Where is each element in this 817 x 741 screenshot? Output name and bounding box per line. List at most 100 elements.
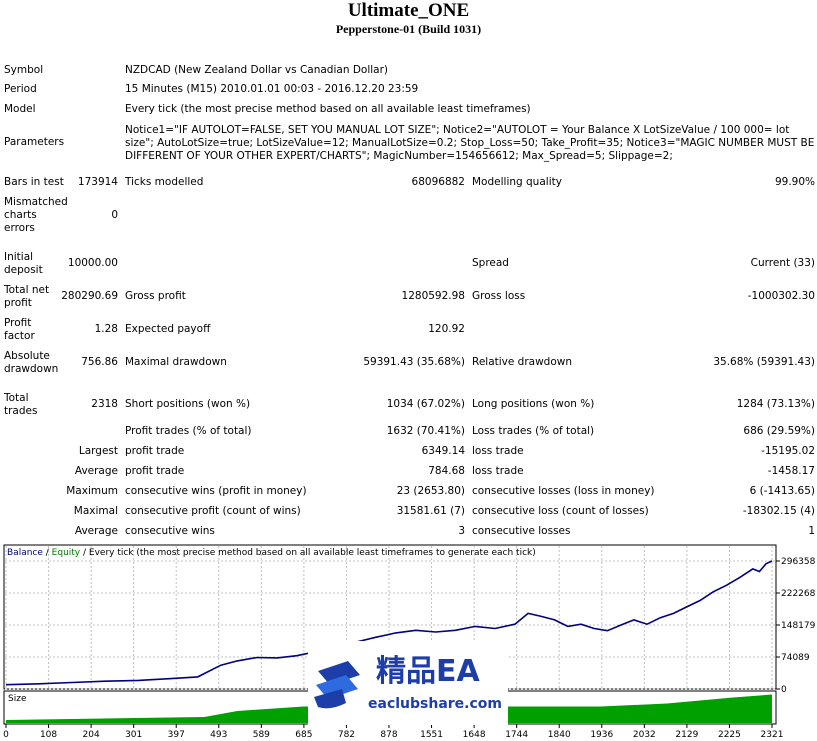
x-tick-label: 0	[3, 730, 9, 740]
x-tick-label: 1744	[505, 730, 528, 740]
average-cons-label: Average	[74, 525, 118, 537]
profit-trades-value: 1632 (70.41%)	[386, 425, 465, 437]
max-drawdown-label: Maximal drawdown	[125, 356, 227, 368]
x-tick-label: 589	[253, 730, 270, 740]
avg-cons-wins-label: consecutive wins	[125, 525, 215, 537]
gross-loss-value: -1000302.30	[747, 290, 815, 302]
watermark-url: eaclubshare.com	[368, 696, 502, 712]
legend-description: / Every tick (the most precise method ba…	[80, 548, 536, 558]
quality-label: Modelling quality	[472, 176, 562, 188]
mismatch-label-2: charts	[4, 209, 37, 221]
abs-drawdown-label-1: Absolute	[4, 350, 50, 362]
model-label: Model	[4, 103, 36, 115]
x-tick-label: 1840	[548, 730, 571, 740]
spread-value: Current (33)	[750, 257, 815, 269]
net-profit-value: 280290.69	[61, 290, 118, 302]
x-tick-label: 1551	[420, 730, 443, 740]
average-loss-value: -1458.17	[767, 465, 815, 477]
x-tick-label: 685	[295, 730, 312, 740]
report-title: Ultimate_ONE	[347, 0, 470, 21]
short-positions-value: 1034 (67.02%)	[386, 398, 465, 410]
watermark-brand: 精品EA	[376, 654, 480, 689]
ticks-value: 68096882	[411, 176, 465, 188]
total-trades-value: 2318	[91, 398, 118, 410]
gross-profit-value: 1280592.98	[401, 290, 465, 302]
x-tick-label: 108	[40, 730, 57, 740]
profit-trades-label: Profit trades (% of total)	[125, 425, 252, 437]
average-label: Average	[74, 465, 118, 477]
total-trades-label-2: trades	[4, 405, 38, 417]
average-profit-label: profit trade	[125, 465, 185, 477]
report-subtitle: Pepperstone-01 (Build 1031)	[335, 22, 482, 36]
x-tick-label: 2032	[633, 730, 656, 740]
net-profit-label-2: profit	[4, 297, 32, 309]
maximal-cons-profit-value: 31581.61 (7)	[396, 505, 465, 517]
net-profit-label-1: Total net	[4, 284, 50, 296]
watermark-overlay: 精品EA eaclubshare.com	[308, 641, 508, 725]
legend-balance: Balance	[7, 548, 43, 558]
deposit-label-1: Initial	[4, 251, 34, 263]
legend: Balance / Equity / Every tick (the most …	[7, 548, 536, 558]
largest-profit-value: 6349.14	[421, 445, 465, 457]
avg-cons-losses-label: consecutive losses	[472, 525, 571, 537]
x-tick-label: 2129	[675, 730, 698, 740]
mismatch-value: 0	[111, 209, 118, 221]
mismatch-label-1: Mismatched	[4, 196, 68, 208]
ticks-label: Ticks modelled	[125, 176, 204, 188]
x-axis-ticks: 0 108 204 301 397 493 589 685 782 878 1551 1648 1744…	[3, 724, 783, 740]
short-positions-label: Short positions (won %)	[125, 398, 251, 410]
x-tick-label: 782	[338, 730, 355, 740]
expected-payoff-value: 120.92	[428, 323, 465, 335]
x-tick-label: 2225	[718, 730, 741, 740]
bars-value: 173914	[77, 176, 118, 188]
size-label: Size	[8, 694, 27, 704]
symbol-value: NZDCAD (New Zealand Dollar vs Canadian D…	[125, 64, 389, 76]
deposit-value: 10000.00	[67, 257, 118, 269]
average-loss-label: loss trade	[472, 465, 524, 477]
quality-value: 99.90%	[774, 176, 815, 188]
profit-factor-value: 1.28	[94, 323, 118, 335]
largest-label: Largest	[78, 445, 118, 457]
max-cons-losses-label: consecutive losses (loss in money)	[472, 485, 655, 497]
rel-drawdown-value: 35.68% (59391.43)	[713, 356, 815, 368]
spread-label: Spread	[472, 257, 509, 269]
x-tick-label: 878	[380, 730, 397, 740]
y-tick-label: 222268	[781, 589, 816, 599]
loss-trades-label: Loss trades (% of total)	[472, 425, 595, 437]
long-positions-value: 1284 (73.13%)	[736, 398, 815, 410]
mismatch-label-3: errors	[4, 222, 35, 234]
expected-payoff-label: Expected payoff	[125, 323, 211, 335]
profit-factor-label-2: factor	[4, 330, 35, 342]
y-axis-ticks: 296358 222268 148179 74089 0	[776, 557, 816, 695]
loss-trades-value: 686 (29.59%)	[743, 425, 815, 437]
largest-profit-label: profit trade	[125, 445, 185, 457]
max-cons-losses-value: 6 (-1413.65)	[749, 485, 815, 497]
maximal-cons-loss-label: consecutive loss (count of losses)	[472, 505, 649, 517]
bars-label: Bars in test	[4, 176, 64, 188]
x-tick-label: 204	[83, 730, 100, 740]
period-value: 15 Minutes (M15) 2010.01.01 00:03 - 2016…	[125, 83, 419, 95]
x-tick-label: 1648	[463, 730, 486, 740]
avg-cons-wins-value: 3	[458, 525, 465, 537]
x-tick-label: 397	[168, 730, 185, 740]
model-value: Every tick (the most precise method base…	[125, 103, 531, 115]
x-tick-label: 2321	[761, 730, 784, 740]
largest-loss-label: loss trade	[472, 445, 524, 457]
largest-loss-value: -15195.02	[761, 445, 815, 457]
parameters-value: Notice1="IF AUTOLOT=FALSE, SET YOU MANUA…	[125, 124, 815, 162]
gross-profit-label: Gross profit	[125, 290, 186, 302]
total-trades-label-1: Total	[4, 392, 29, 404]
legend-equity: Equity	[52, 548, 81, 558]
deposit-label-2: deposit	[4, 264, 43, 276]
x-tick-label: 1936	[590, 730, 613, 740]
long-positions-label: Long positions (won %)	[472, 398, 595, 410]
y-tick-label: 74089	[781, 653, 810, 663]
profit-factor-label-1: Profit	[4, 317, 32, 329]
period-label: Period	[4, 83, 37, 95]
maximal-cons-profit-label: consecutive profit (count of wins)	[125, 505, 301, 517]
maximum-label: Maximum	[66, 485, 118, 497]
abs-drawdown-value: 756.86	[81, 356, 118, 368]
parameters-label: Parameters	[4, 136, 65, 148]
avg-cons-losses-value: 1	[808, 525, 815, 537]
rel-drawdown-label: Relative drawdown	[472, 356, 573, 368]
